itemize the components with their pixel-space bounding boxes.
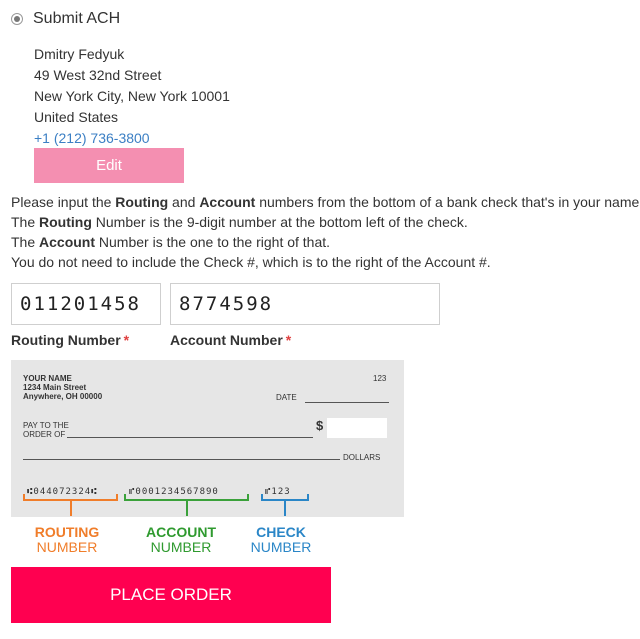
check-date-line (305, 402, 389, 403)
instruction-line-2: The Routing Number is the 9-digit number… (11, 214, 468, 230)
check-city: Anywhere, OH 00000 (23, 392, 103, 401)
address-name: Dmitry Fedyuk (34, 46, 125, 62)
check-dollars-label: DOLLARS (343, 453, 381, 462)
legend-check: CHECK NUMBER (250, 524, 312, 555)
instruction-line-4: You do not need to include the Check #, … (11, 254, 491, 270)
ach-radio-button[interactable] (11, 13, 23, 25)
billing-address: Dmitry Fedyuk 49 West 32nd Street New Yo… (34, 44, 230, 149)
routing-number-input[interactable]: 011201458 (11, 283, 161, 325)
required-marker: * (123, 332, 130, 348)
check-amount-box (327, 418, 387, 438)
legend-account: ACCOUNT NUMBER (146, 524, 216, 555)
ach-option-label[interactable]: Submit ACH (33, 10, 120, 28)
account-number-label: Account Number * (170, 332, 292, 348)
address-phone[interactable]: +1 (212) 736-3800 (34, 128, 230, 149)
check-bracket (261, 494, 309, 516)
check-amount-line (23, 459, 340, 460)
check-pay-to-label: PAY TO THE (23, 421, 69, 430)
routing-number-label: Routing Number * (11, 332, 130, 348)
address-country: United States (34, 109, 119, 125)
place-order-button[interactable]: PLACE ORDER (11, 567, 331, 623)
address-street: 49 West 32nd Street (34, 67, 162, 83)
check-number: 123 (373, 374, 387, 383)
check-dollar-sign: $ (316, 418, 324, 433)
routing-bracket (23, 494, 118, 516)
account-bracket (124, 494, 249, 516)
instruction-line-1: Please input the Routing and Account num… (11, 194, 640, 210)
check-name: YOUR NAME (23, 374, 72, 383)
radio-selected-dot (14, 16, 20, 22)
check-date-label: DATE (276, 393, 297, 402)
check-street: 1234 Main Street (23, 383, 87, 392)
address-city: New York City, New York 10001 (34, 88, 230, 104)
edit-address-button[interactable]: Edit (34, 148, 184, 183)
check-order-of-label: ORDER OF (23, 430, 66, 439)
required-marker: * (285, 332, 292, 348)
check-payee-line (67, 437, 313, 438)
legend-routing: ROUTING NUMBER (34, 524, 100, 555)
ach-option[interactable]: Submit ACH (11, 10, 120, 28)
instruction-line-3: The Account Number is the one to the rig… (11, 234, 331, 250)
account-number-input[interactable]: 8774598 (170, 283, 440, 325)
ach-instructions: Please input the Routing and Account num… (11, 192, 640, 272)
sample-check-image: YOUR NAME 1234 Main Street Anywhere, OH … (11, 360, 404, 517)
